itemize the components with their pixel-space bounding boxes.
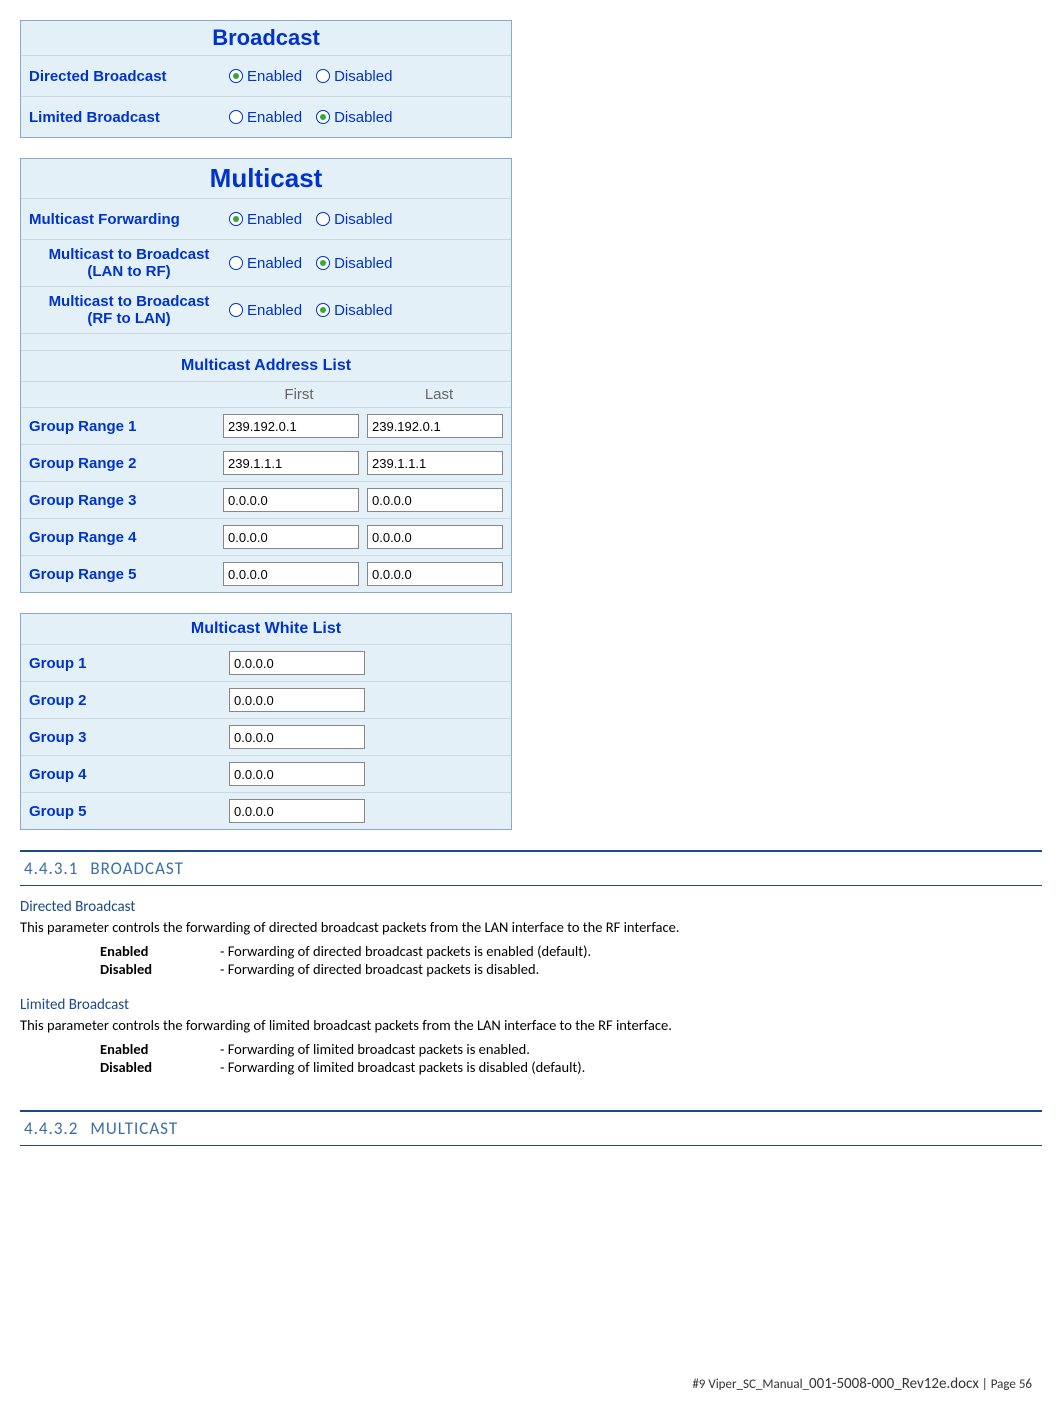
spacer xyxy=(21,333,511,350)
enabled-radio[interactable]: Enabled xyxy=(229,109,302,126)
col-last: Last xyxy=(369,386,509,403)
whitelist-label: Group 3 xyxy=(29,729,221,746)
multicast-title: Multicast xyxy=(21,159,511,198)
disabled-radio[interactable]: Disabled xyxy=(316,255,392,272)
ip-input-last[interactable] xyxy=(367,562,503,586)
option-row: Directed BroadcastEnabled Disabled xyxy=(21,55,511,96)
whitelist-label: Group 4 xyxy=(29,766,221,783)
disabled-radio[interactable]: Disabled xyxy=(316,109,392,126)
ip-input[interactable] xyxy=(229,762,365,786)
broadcast-title: Broadcast xyxy=(21,21,511,55)
range-label: Group Range 4 xyxy=(29,529,215,546)
ip-input-last[interactable] xyxy=(367,414,503,438)
ip-input-first[interactable] xyxy=(223,488,359,512)
doc-section: 4.4.3.1BROADCAST Directed Broadcast This… xyxy=(20,850,1042,1146)
option-label: Multicast Forwarding xyxy=(29,211,229,228)
whitelist-row: Group 1 xyxy=(21,644,511,681)
range-label: Group Range 5 xyxy=(29,566,215,583)
group-range-row: Group Range 4 xyxy=(21,518,511,555)
whitelist-row: Group 5 xyxy=(21,792,511,829)
def-row: Disabled- Forwarding of directed broadca… xyxy=(100,960,1042,978)
disabled-radio[interactable]: Disabled xyxy=(316,68,392,85)
addr-list-colheads: First Last xyxy=(21,381,511,407)
range-label: Group Range 3 xyxy=(29,492,215,509)
enabled-radio[interactable]: Enabled xyxy=(229,68,302,85)
section-heading-broadcast: 4.4.3.1BROADCAST xyxy=(20,852,1042,885)
option-label: Multicast to Broadcast(RF to LAN) xyxy=(29,293,229,327)
ip-input-last[interactable] xyxy=(367,488,503,512)
whitelist-title: Multicast White List xyxy=(21,614,511,644)
enabled-radio[interactable]: Enabled xyxy=(229,255,302,272)
radio-icon xyxy=(316,69,330,83)
limited-broadcast-desc: This parameter controls the forwarding o… xyxy=(20,1016,1042,1034)
option-label: Directed Broadcast xyxy=(29,68,229,85)
whitelist-panel: Multicast White List Group 1 Group 2 Group… xyxy=(20,613,512,830)
radio-icon xyxy=(229,256,243,270)
multicast-addr-list-title: Multicast Address List xyxy=(21,350,511,381)
option-row: Multicast to Broadcast(RF to LAN)Enabled… xyxy=(21,286,511,333)
directed-broadcast-heading: Directed Broadcast xyxy=(20,898,1042,916)
range-label: Group Range 1 xyxy=(29,418,215,435)
ip-input-first[interactable] xyxy=(223,451,359,475)
ip-input-first[interactable] xyxy=(223,525,359,549)
group-range-row: Group Range 2 xyxy=(21,444,511,481)
ip-input[interactable] xyxy=(229,725,365,749)
col-first: First xyxy=(229,386,369,403)
broadcast-panel: Broadcast Directed BroadcastEnabledDisab… xyxy=(20,20,512,138)
def-row: Enabled- Forwarding of directed broadcas… xyxy=(100,942,1042,960)
range-label: Group Range 2 xyxy=(29,455,215,472)
page-footer: #9 Viper_SC_Manual_001-5008-000_Rev12e.d… xyxy=(692,1375,1032,1393)
disabled-radio[interactable]: Disabled xyxy=(316,302,392,319)
whitelist-row: Group 2 xyxy=(21,681,511,718)
group-range-row: Group Range 1 xyxy=(21,407,511,444)
ip-input-first[interactable] xyxy=(223,562,359,586)
radio-icon xyxy=(316,212,330,226)
radio-icon xyxy=(229,303,243,317)
option-label: Limited Broadcast xyxy=(29,109,229,126)
whitelist-row: Group 3 xyxy=(21,718,511,755)
def-row: Enabled- Forwarding of limited broadcast… xyxy=(100,1040,1042,1058)
radio-icon xyxy=(316,303,330,317)
group-range-row: Group Range 3 xyxy=(21,481,511,518)
ip-input-last[interactable] xyxy=(367,451,503,475)
option-row: Limited BroadcastEnabled Disabled xyxy=(21,96,511,137)
limited-broadcast-heading: Limited Broadcast xyxy=(20,996,1042,1014)
whitelist-row: Group 4 xyxy=(21,755,511,792)
option-row: Multicast to Broadcast(LAN to RF)Enabled… xyxy=(21,239,511,286)
directed-broadcast-desc: This parameter controls the forwarding o… xyxy=(20,918,1042,936)
radio-icon xyxy=(316,256,330,270)
enabled-radio[interactable]: Enabled xyxy=(229,211,302,228)
radio-icon xyxy=(229,212,243,226)
whitelist-label: Group 5 xyxy=(29,803,221,820)
whitelist-label: Group 2 xyxy=(29,692,221,709)
disabled-radio[interactable]: Disabled xyxy=(316,211,392,228)
radio-icon xyxy=(229,110,243,124)
radio-icon xyxy=(229,69,243,83)
section-heading-multicast: 4.4.3.2MULTICAST xyxy=(20,1112,1042,1145)
radio-icon xyxy=(316,110,330,124)
ip-input-last[interactable] xyxy=(367,525,503,549)
ip-input[interactable] xyxy=(229,651,365,675)
ip-input[interactable] xyxy=(229,688,365,712)
ip-input[interactable] xyxy=(229,799,365,823)
ip-input-first[interactable] xyxy=(223,414,359,438)
multicast-panel: Multicast Multicast ForwardingEnabledDis… xyxy=(20,158,512,593)
option-row: Multicast ForwardingEnabled Disabled xyxy=(21,198,511,239)
enabled-radio[interactable]: Enabled xyxy=(229,302,302,319)
option-label: Multicast to Broadcast(LAN to RF) xyxy=(29,246,229,280)
whitelist-label: Group 1 xyxy=(29,655,221,672)
def-row: Disabled- Forwarding of limited broadcas… xyxy=(100,1058,1042,1076)
group-range-row: Group Range 5 xyxy=(21,555,511,592)
